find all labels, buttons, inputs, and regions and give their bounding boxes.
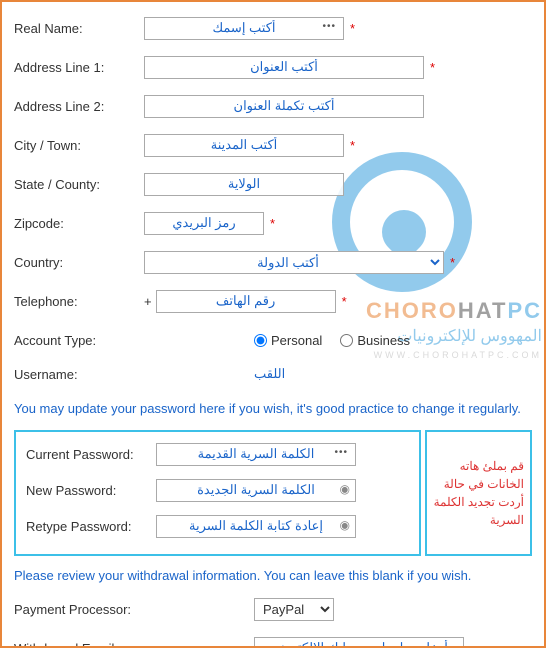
password-section: Current Password: ••• New Password: ◉ Re… [14, 430, 532, 556]
label-current-password: Current Password: [26, 447, 156, 462]
telephone-input[interactable] [156, 290, 336, 313]
country-select[interactable]: أكتب الدولة [144, 251, 444, 274]
row-city: City / Town: * [14, 133, 532, 157]
password-note: You may update your password here if you… [14, 401, 532, 416]
row-new-password: New Password: ◉ [26, 478, 409, 502]
label-state: State / County: [14, 177, 144, 192]
row-withdrawal-email: Withdrawal Email: [14, 636, 532, 648]
label-username: Username: [14, 367, 144, 382]
label-address1: Address Line 1: [14, 60, 144, 75]
required-asterisk: * [350, 21, 355, 36]
required-asterisk: * [430, 60, 435, 75]
required-asterisk: * [270, 216, 275, 231]
label-address2: Address Line 2: [14, 99, 144, 114]
radio-personal[interactable]: Personal [254, 333, 322, 348]
label-account-type: Account Type: [14, 333, 144, 348]
current-password-input[interactable] [156, 443, 356, 466]
label-zipcode: Zipcode: [14, 216, 144, 231]
required-asterisk: * [350, 138, 355, 153]
row-state: State / County: [14, 172, 532, 196]
state-input[interactable] [144, 173, 344, 196]
withdrawal-email-input[interactable] [254, 637, 464, 648]
label-country: Country: [14, 255, 144, 270]
password-callout: قم بملئ هاته الخانات في حالة أردت تجديد … [425, 430, 532, 556]
row-username: Username: اللقب [14, 362, 532, 386]
row-current-password: Current Password: ••• [26, 442, 409, 466]
row-retype-password: Retype Password: ◉ [26, 514, 409, 538]
address2-input[interactable] [144, 95, 424, 118]
row-payment-processor: Payment Processor: PayPal [14, 597, 532, 621]
retype-password-input[interactable] [156, 515, 356, 538]
real-name-input[interactable] [144, 17, 344, 40]
radio-business[interactable]: Business [340, 333, 410, 348]
form-container: CHOROHATPC المهووس للإلكترونيات WWW.CHOR… [0, 0, 546, 648]
city-input[interactable] [144, 134, 344, 157]
label-telephone: Telephone: [14, 294, 144, 309]
required-asterisk: * [342, 294, 347, 309]
new-password-input[interactable] [156, 479, 356, 502]
label-real-name: Real Name: [14, 21, 144, 36]
label-new-password: New Password: [26, 483, 156, 498]
row-zipcode: Zipcode: * [14, 211, 532, 235]
label-payment-processor: Payment Processor: [14, 602, 144, 617]
label-city: City / Town: [14, 138, 144, 153]
required-asterisk: * [450, 255, 455, 270]
address1-input[interactable] [144, 56, 424, 79]
username-value: اللقب [254, 366, 285, 382]
password-box: Current Password: ••• New Password: ◉ Re… [14, 430, 421, 556]
row-telephone: Telephone: + * [14, 289, 532, 313]
label-retype-password: Retype Password: [26, 519, 156, 534]
zipcode-input[interactable] [144, 212, 264, 235]
label-withdrawal-email: Withdrawal Email: [14, 641, 144, 648]
withdrawal-note: Please review your withdrawal informatio… [14, 568, 532, 583]
row-country: Country: أكتب الدولة * [14, 250, 532, 274]
payment-processor-select[interactable]: PayPal [254, 598, 334, 621]
phone-prefix: + [144, 294, 152, 309]
form: Real Name: ••• * Address Line 1: * Addre… [14, 16, 532, 648]
row-address1: Address Line 1: * [14, 55, 532, 79]
row-real-name: Real Name: ••• * [14, 16, 532, 40]
row-account-type: Account Type: Personal Business [14, 328, 532, 352]
row-address2: Address Line 2: [14, 94, 532, 118]
